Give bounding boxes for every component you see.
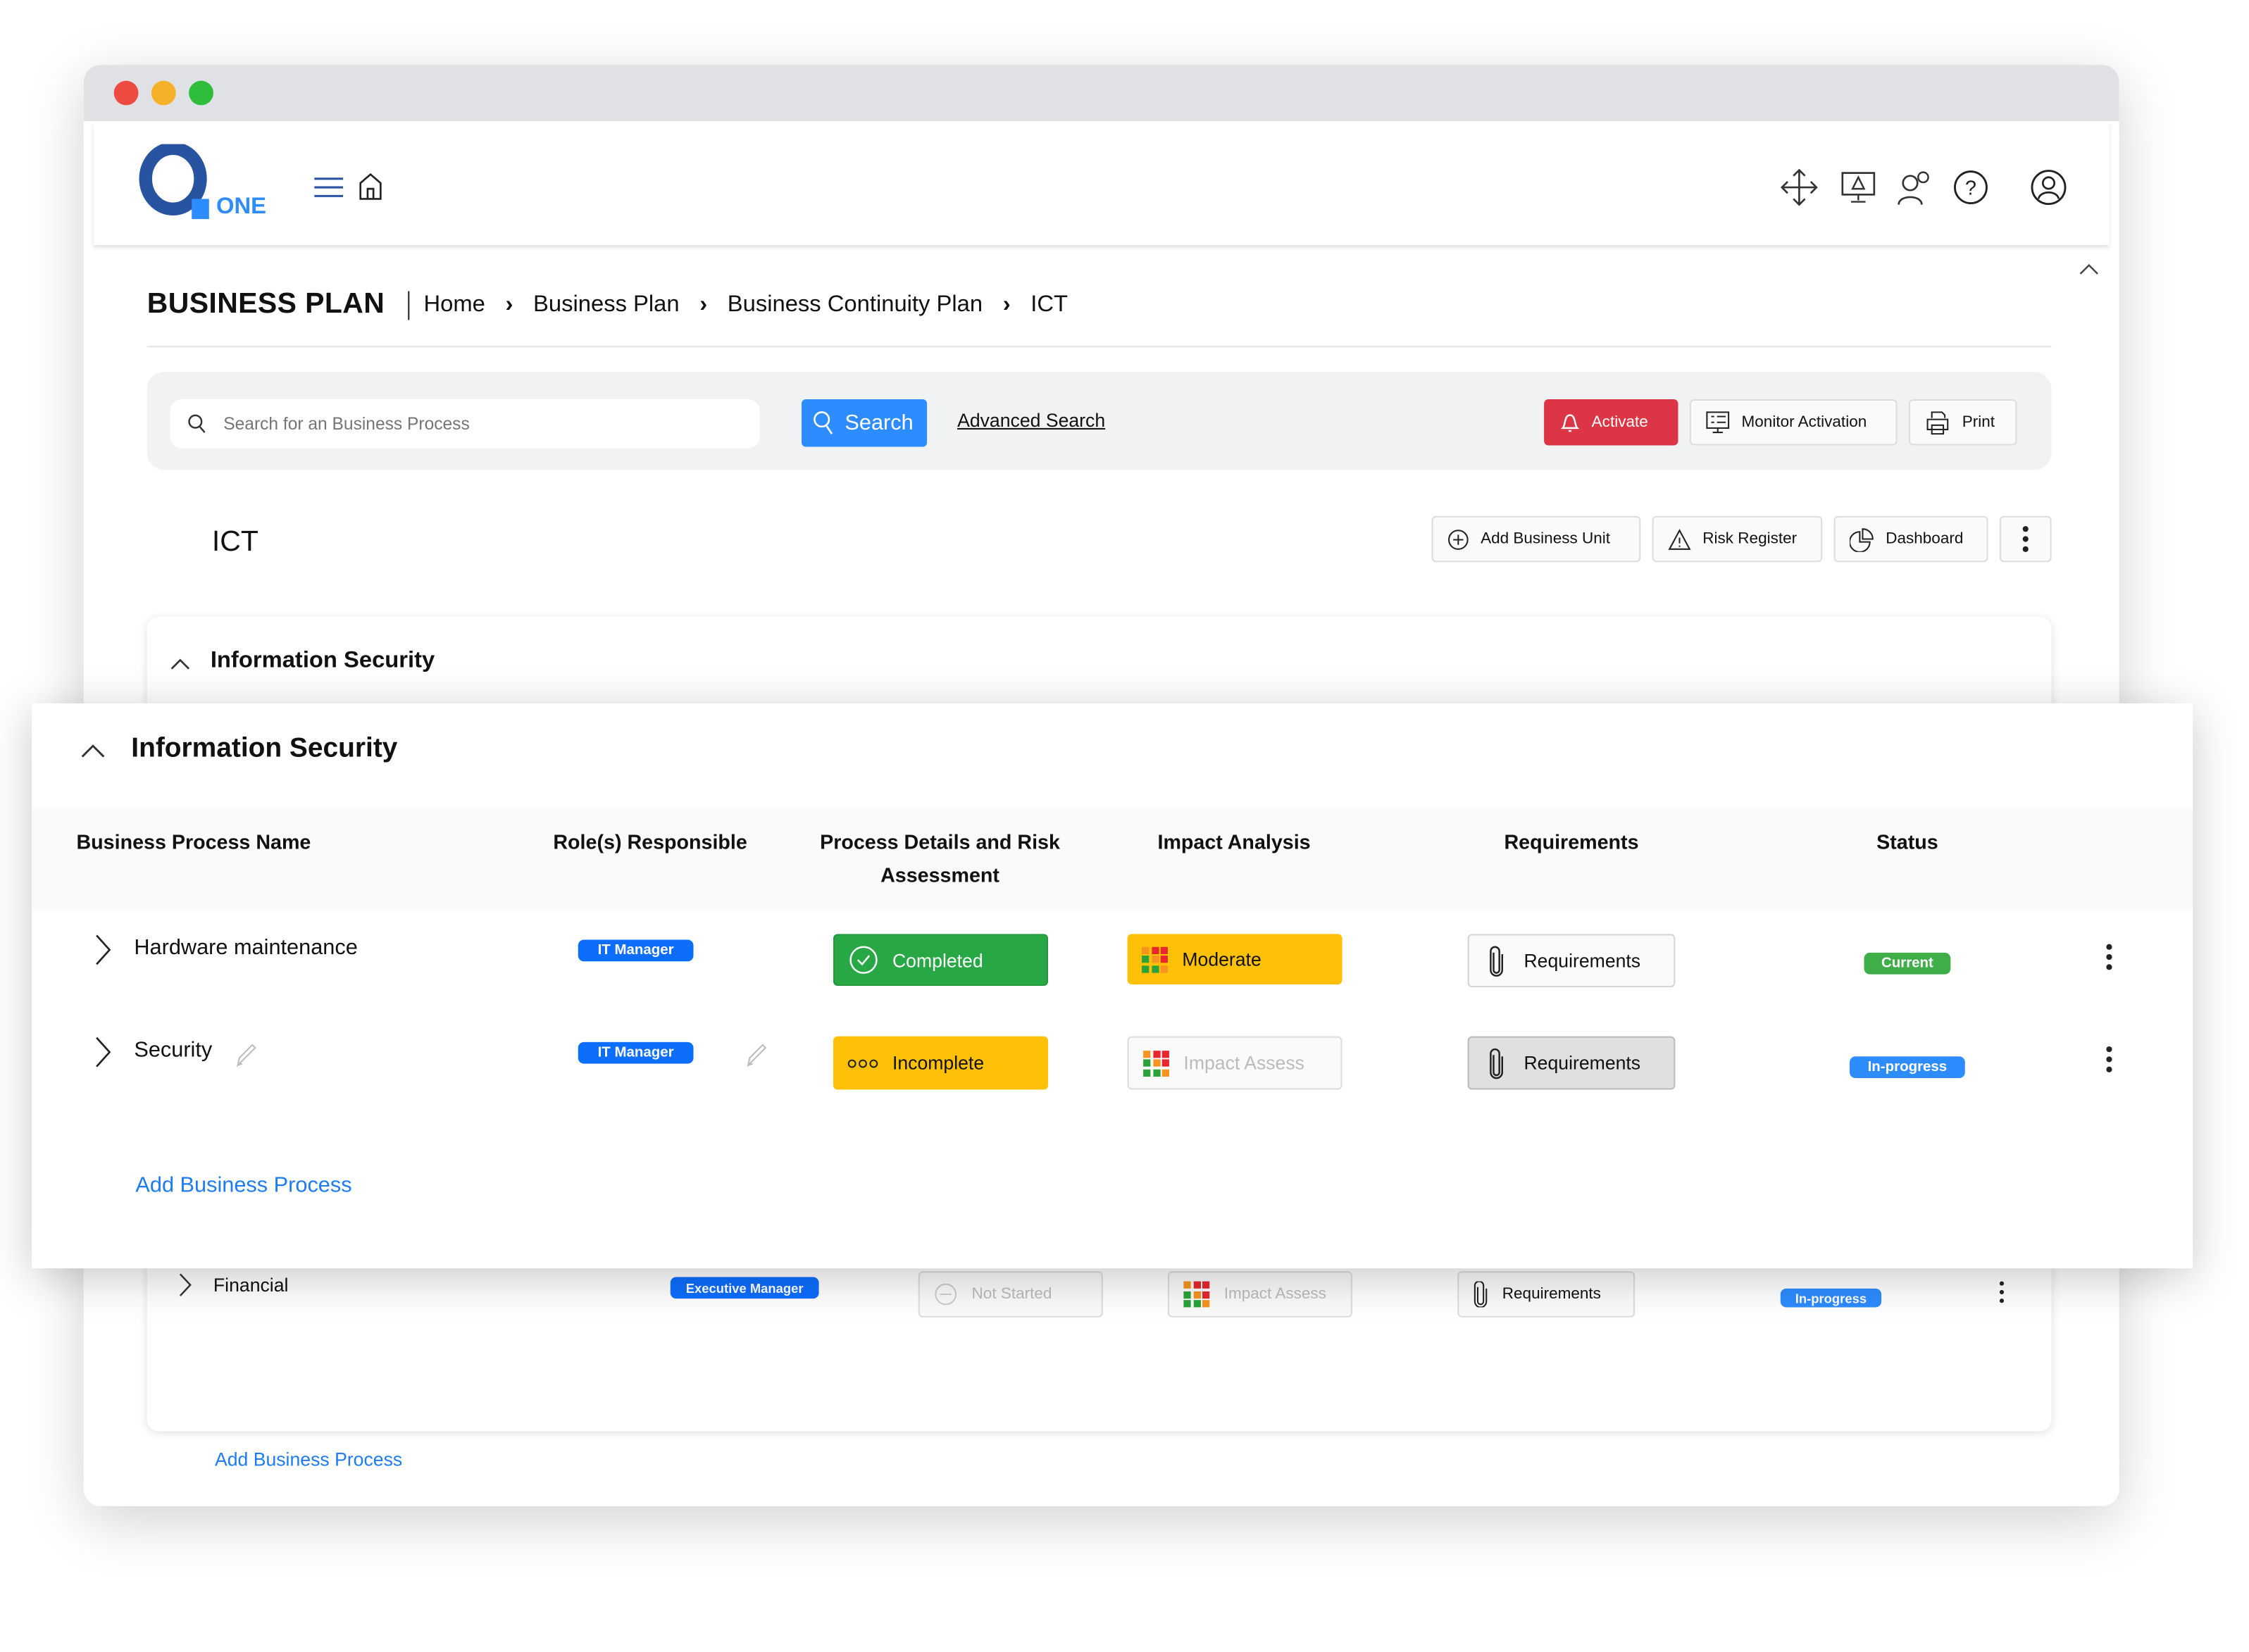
warning-icon: [1668, 528, 1691, 549]
check-circle-icon: [849, 946, 878, 974]
kebab-icon: [2022, 526, 2029, 552]
home-icon[interactable]: [359, 173, 382, 208]
impact-analysis-button[interactable]: Impact Assess: [1167, 1271, 1352, 1318]
help-icon[interactable]: ?: [1952, 168, 1989, 206]
monitor-checklist-icon: [1706, 411, 1730, 434]
svg-text:?: ?: [1965, 177, 1976, 199]
add-business-unit-button[interactable]: Add Business Unit: [1431, 515, 1641, 563]
not-started-icon: [935, 1283, 957, 1306]
search-icon: [188, 414, 206, 433]
top-header: ONE ?: [94, 120, 2110, 245]
maximize-window-button[interactable]: [189, 80, 213, 106]
row-menu-kebab-icon[interactable]: [1999, 1281, 2005, 1303]
unit-title: ICT: [211, 526, 258, 558]
breadcrumb-current: ICT: [1030, 292, 1069, 317]
search-input[interactable]: [223, 413, 728, 434]
pie-chart-icon: [1850, 527, 1874, 551]
process-details-button[interactable]: Incomplete: [833, 1036, 1049, 1090]
impact-matrix-icon: [1142, 946, 1168, 972]
advanced-search-link[interactable]: Advanced Search: [957, 409, 1105, 431]
table-row: Hardware maintenance IT Manager Complete…: [32, 928, 2193, 1000]
requirements-button[interactable]: Requirements: [1467, 1036, 1676, 1090]
status-badge: In-progress: [1780, 1288, 1882, 1308]
user-profile-icon[interactable]: [2030, 168, 2067, 206]
breadcrumb-home[interactable]: Home: [423, 292, 485, 318]
column-header: Requirements: [1504, 830, 1639, 853]
role-badge: Executive Manager: [670, 1277, 819, 1299]
divider: [147, 346, 2052, 348]
chevron-up-icon[interactable]: [170, 651, 191, 677]
paperclip-icon: [1490, 945, 1503, 976]
minimize-window-button[interactable]: [151, 80, 176, 106]
search-icon: [814, 411, 833, 434]
section-title: Information Security: [210, 649, 435, 673]
expand-row-chevron-icon[interactable]: [179, 1272, 192, 1304]
ellipsis-icon: [847, 1058, 878, 1068]
column-header: Process Details and Risk Assessment: [820, 830, 1060, 887]
print-button[interactable]: Print: [1908, 399, 2017, 446]
window-titlebar: [83, 65, 2119, 121]
chevron-right-icon: ›: [505, 292, 513, 317]
process-details-button[interactable]: Completed: [833, 934, 1049, 987]
breadcrumb-business-plan[interactable]: Business Plan: [533, 292, 680, 318]
search-button[interactable]: Search: [802, 399, 928, 447]
row-menu-kebab-icon[interactable]: [2106, 944, 2112, 970]
plus-circle-icon: [1448, 529, 1469, 549]
user-settings-icon[interactable]: [1896, 168, 1933, 206]
hamburger-menu-icon[interactable]: [314, 176, 344, 199]
status-badge: In-progress: [1850, 1056, 1965, 1079]
more-options-button[interactable]: [1999, 515, 2052, 563]
risk-register-button[interactable]: Risk Register: [1652, 515, 1823, 563]
process-name[interactable]: Financial: [213, 1274, 288, 1296]
search-field[interactable]: [170, 399, 760, 449]
section-card: Information Security Business Process Na…: [32, 703, 2193, 1269]
impact-matrix-icon: [1183, 1281, 1210, 1308]
add-business-process-link[interactable]: Add Business Process: [135, 1173, 351, 1198]
activate-button[interactable]: Activate: [1544, 399, 1678, 446]
chevron-right-icon: ›: [1002, 292, 1011, 317]
process-details-button[interactable]: Not Started: [918, 1271, 1103, 1318]
logo[interactable]: ONE: [138, 142, 268, 225]
table-row: Security IT Manager Incomplete Impact As…: [32, 1030, 2193, 1102]
edit-name-pencil-icon[interactable]: [234, 1042, 257, 1075]
breadcrumb-business-continuity-plan[interactable]: Business Continuity Plan: [728, 292, 983, 318]
breadcrumb: BUSINESS PLAN Home › Business Plan › Bus…: [147, 288, 1068, 321]
column-header: Status: [1876, 830, 1938, 853]
expand-row-chevron-icon[interactable]: [95, 934, 111, 972]
role-badge: IT Manager: [578, 939, 694, 962]
search-panel: Search Advanced Search Activate Monitor …: [147, 372, 2052, 470]
monitor-alert-icon[interactable]: [1840, 168, 1877, 206]
role-badge: IT Manager: [578, 1041, 694, 1064]
collapse-header-chevron-icon[interactable]: [2079, 256, 2099, 282]
add-business-process-link[interactable]: Add Business Process: [215, 1448, 402, 1470]
edit-role-pencil-icon[interactable]: [744, 1042, 767, 1075]
impact-matrix-icon: [1143, 1050, 1169, 1076]
process-name[interactable]: Hardware maintenance: [134, 935, 357, 960]
dashboard-button[interactable]: Dashboard: [1833, 515, 1988, 563]
requirements-button[interactable]: Requirements: [1467, 934, 1676, 988]
paperclip-icon: [1490, 1047, 1503, 1079]
collapse-section-chevron-icon[interactable]: [81, 739, 106, 765]
page-title: BUSINESS PLAN: [147, 288, 385, 320]
requirements-button[interactable]: Requirements: [1457, 1271, 1636, 1318]
impact-analysis-button[interactable]: Impact Assess: [1127, 1036, 1342, 1090]
table-header: Business Process Name Role(s) Responsibl…: [32, 807, 2193, 911]
process-name[interactable]: Security: [134, 1038, 212, 1063]
monitor-activation-button[interactable]: Monitor Activation: [1689, 399, 1898, 446]
chevron-right-icon: ›: [699, 292, 708, 317]
table-row: Financial Executive Manager Not Started …: [147, 1270, 2052, 1341]
impact-analysis-button[interactable]: Moderate: [1127, 934, 1342, 984]
paperclip-icon: [1474, 1281, 1488, 1308]
column-header: Impact Analysis: [1157, 830, 1311, 853]
expand-row-chevron-icon[interactable]: [95, 1037, 111, 1075]
row-menu-kebab-icon[interactable]: [2106, 1046, 2112, 1072]
close-window-button[interactable]: [113, 80, 139, 106]
section-title: Information Security: [131, 733, 398, 764]
move-arrows-icon[interactable]: [1780, 168, 1818, 206]
printer-icon: [1926, 411, 1949, 434]
status-badge: Current: [1864, 952, 1951, 975]
column-header: Role(s) Responsible: [553, 830, 747, 853]
column-header: Business Process Name: [76, 830, 311, 853]
bell-icon: [1560, 414, 1580, 432]
